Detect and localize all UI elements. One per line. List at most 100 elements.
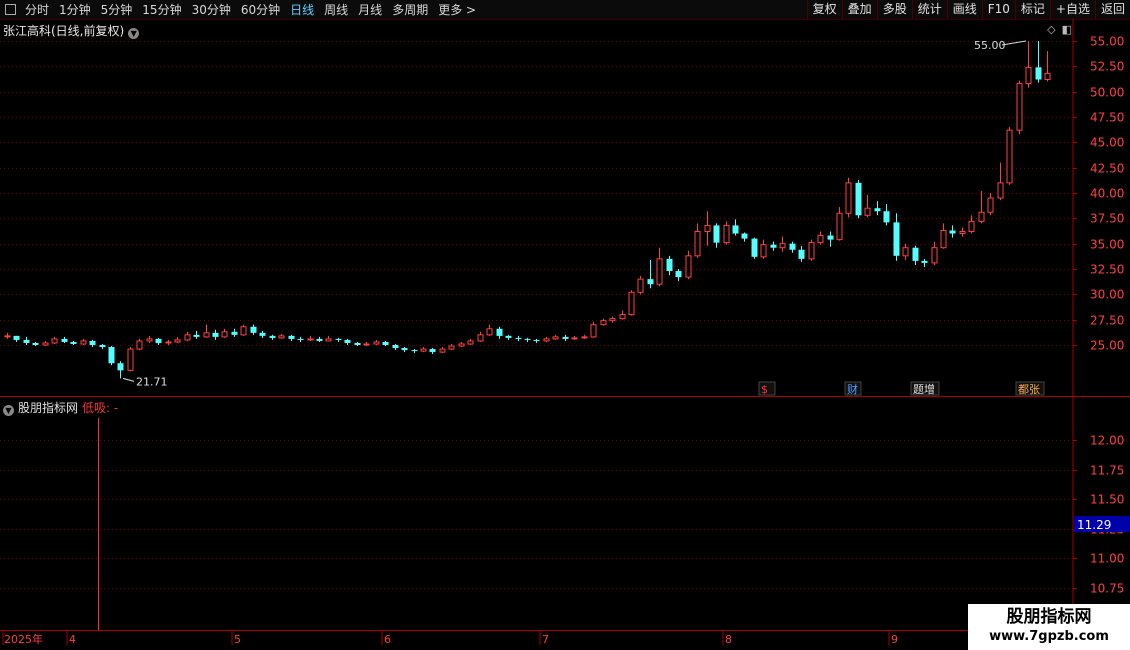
chart-title[interactable]: 张江高科(日线,前复权) ▼	[3, 22, 140, 39]
date-label: 4	[69, 633, 76, 646]
candle-body	[401, 348, 408, 351]
watermark: 股朋指标网 www.7gpzb.com	[968, 604, 1130, 650]
candle-body	[146, 338, 153, 342]
title-dropdown-icon[interactable]: ▼	[128, 28, 140, 39]
candle-body	[174, 339, 181, 343]
candle-body	[562, 336, 569, 339]
candle-body	[70, 341, 77, 344]
candle-body	[448, 345, 455, 350]
candle-body	[1016, 83, 1023, 131]
candle-body	[978, 211, 985, 222]
price-tick-label: 40.00	[1090, 187, 1124, 201]
candle-body	[600, 320, 607, 326]
candle-body	[344, 339, 351, 343]
candle-body	[392, 345, 399, 349]
candle-body	[259, 332, 266, 336]
indicator-tick-label: 11.75	[1090, 464, 1124, 478]
event-mark: 都张	[1018, 383, 1040, 396]
candle-body	[902, 247, 909, 257]
candle-body	[439, 348, 446, 353]
candle-body	[741, 233, 748, 239]
candle-body	[713, 225, 720, 243]
diamond-icon[interactable]: ◇	[1047, 23, 1055, 36]
price-tick-label: 50.00	[1090, 86, 1124, 100]
candle-body	[496, 328, 503, 336]
price-tick-label: 27.50	[1090, 314, 1124, 328]
candle-body	[675, 271, 682, 278]
date-label: 9	[891, 633, 898, 646]
candle-body	[949, 230, 956, 234]
candle-body	[42, 342, 49, 346]
candle-body	[61, 338, 68, 342]
candle-body	[136, 340, 143, 350]
candle-body	[4, 335, 11, 338]
candle-body	[921, 260, 928, 263]
candle-body	[89, 340, 96, 345]
price-tick-label: 52.50	[1090, 60, 1124, 74]
candle-body	[288, 335, 295, 339]
candle-body	[429, 349, 436, 353]
candle-body	[817, 235, 824, 244]
date-label: 8	[725, 633, 732, 646]
candle-body	[269, 335, 276, 338]
date-label: 6	[384, 633, 391, 646]
candle-body	[694, 231, 701, 257]
window-icon[interactable]: ◧	[1062, 23, 1072, 36]
indicator-dropdown-icon[interactable]: ▼	[3, 405, 14, 416]
candle-body	[23, 339, 30, 343]
date-label: 7	[542, 633, 549, 646]
candle-body	[108, 347, 115, 364]
candle-body	[80, 340, 87, 345]
indicator-label: 低吸: -	[82, 401, 119, 415]
candle-body	[883, 211, 890, 223]
candle-body	[165, 341, 172, 344]
candle-body	[382, 341, 389, 345]
candle-body	[316, 338, 323, 341]
candle-body	[477, 334, 484, 342]
candle-body	[827, 235, 834, 240]
price-tick-label: 42.50	[1090, 162, 1124, 176]
candle-body	[505, 335, 512, 338]
indicator-tick-label: 11.00	[1090, 552, 1124, 566]
indicator-tick-label: 11.50	[1090, 493, 1124, 507]
high-annotation-arrow	[1001, 40, 1027, 46]
candle-body	[779, 243, 786, 249]
low-annotation-arrow	[122, 377, 135, 382]
candlestick-chart[interactable]: 55.00 52.50 50.00 47.50 45.00 42.50 40.00 37.50…	[0, 0, 1130, 650]
candle-body	[1035, 67, 1042, 80]
candle-body	[1006, 129, 1013, 184]
candle-body	[808, 242, 815, 260]
candle-body	[789, 243, 796, 250]
candle-body	[99, 345, 106, 348]
candle-body	[628, 291, 635, 316]
price-tick-label: 32.50	[1090, 263, 1124, 277]
candle-body	[193, 334, 200, 337]
candle-body	[533, 339, 540, 341]
event-mark: 题增	[913, 382, 935, 396]
price-tick-label: 25.00	[1090, 339, 1124, 353]
candle-body	[240, 326, 247, 336]
candle-body	[486, 328, 493, 336]
candle-body	[959, 231, 966, 235]
candle-body	[203, 332, 210, 338]
indicator-title[interactable]: ▼ 股朋指标网 低吸: -	[3, 399, 118, 416]
candle-body	[723, 224, 730, 244]
price-tick-label: 30.00	[1090, 288, 1124, 302]
price-tick-label: 35.00	[1090, 238, 1124, 252]
candle-body	[855, 182, 862, 216]
candle-body	[231, 331, 238, 335]
candle-body	[13, 335, 20, 340]
candle-body	[770, 244, 777, 248]
candle-body	[893, 222, 900, 256]
candle-body	[212, 332, 219, 337]
candle-body	[1044, 72, 1051, 81]
chart-corner-icons: ◇ ◧	[1041, 23, 1072, 36]
low-price-label: 21.71	[136, 375, 168, 388]
candle-body	[581, 336, 588, 339]
candle-body	[515, 337, 522, 339]
candle-body	[864, 207, 871, 216]
candle-body	[32, 342, 39, 345]
candle-body	[997, 182, 1004, 199]
candle-body	[420, 348, 427, 352]
candle-body	[278, 335, 285, 339]
